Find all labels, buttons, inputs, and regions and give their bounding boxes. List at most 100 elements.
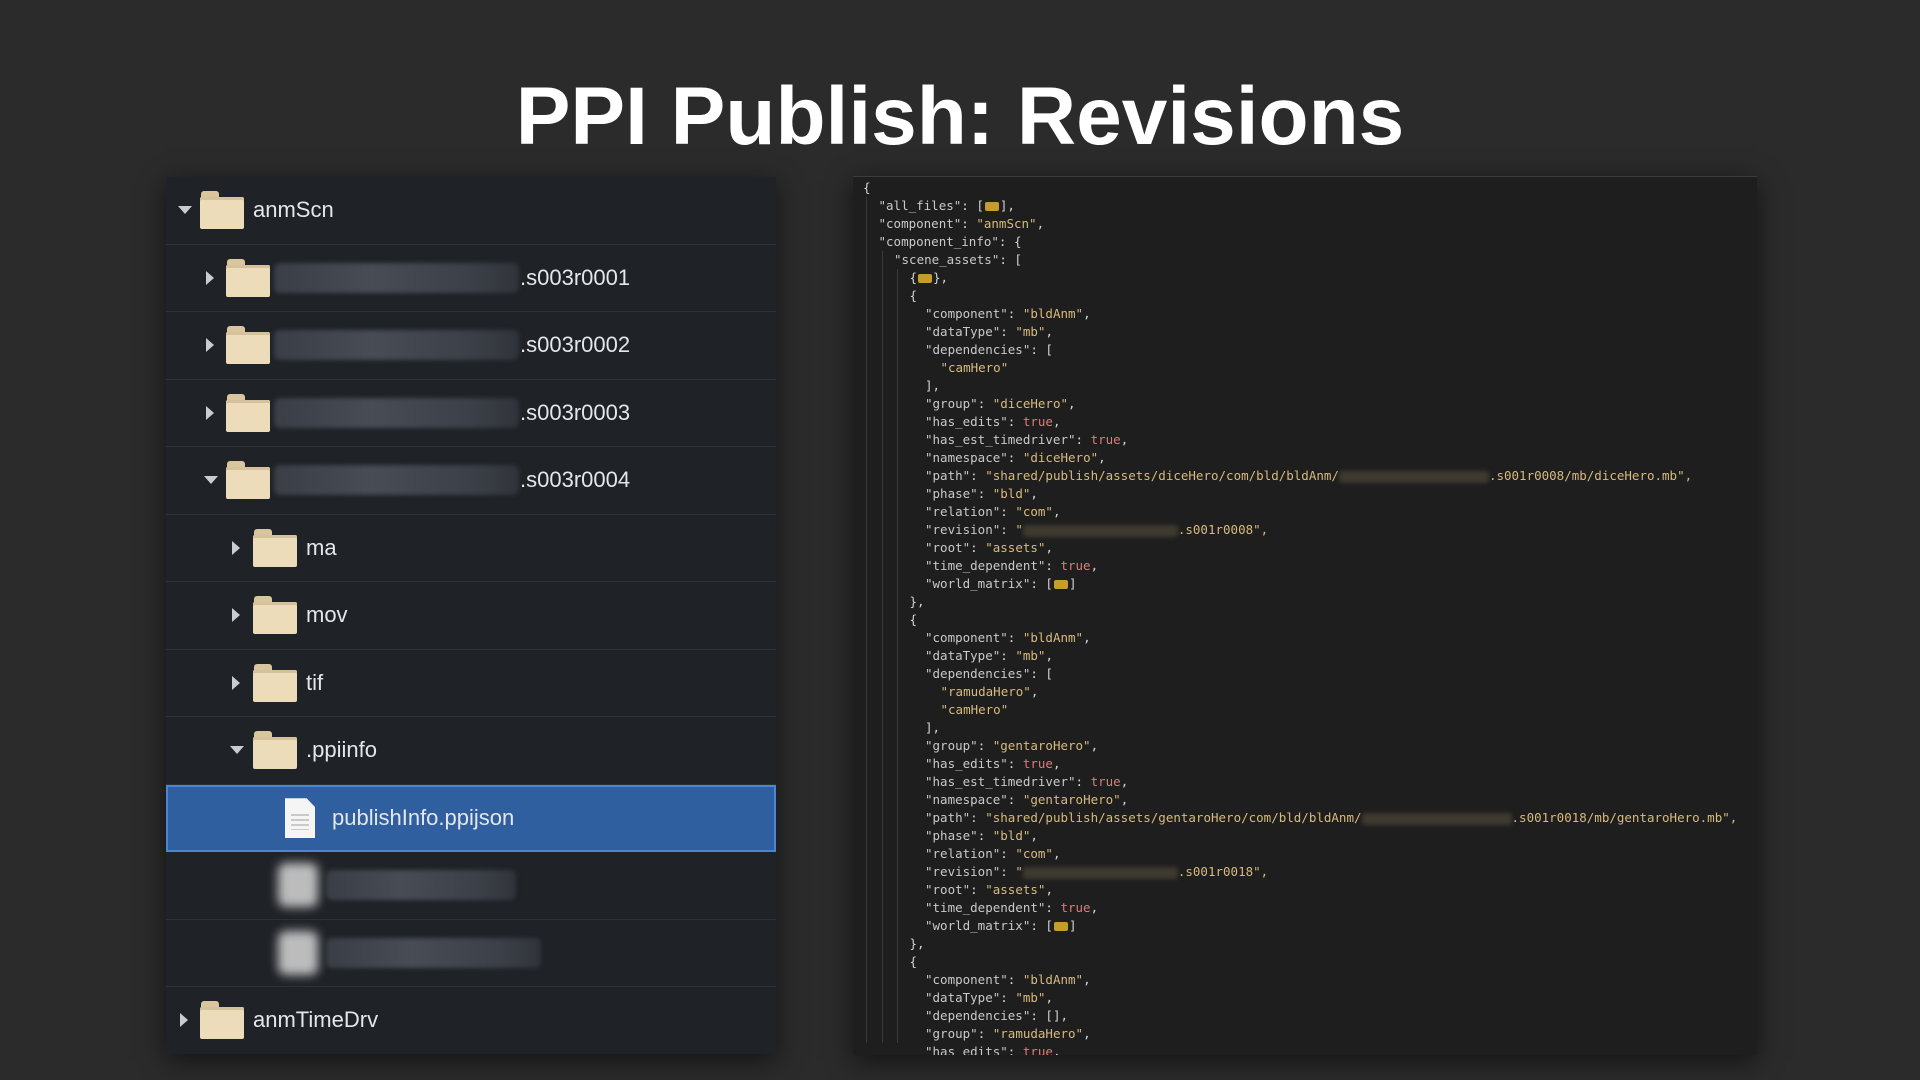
tree-row-label: tif (306, 669, 324, 695)
json-line: "camHero" (940, 360, 1009, 375)
json-line: "relation": "com", (925, 504, 1061, 519)
collapsed-marker-icon[interactable] (984, 202, 999, 211)
tree-row-revision[interactable]: .s003r0002 (166, 312, 776, 380)
collapsed-marker-icon[interactable] (918, 274, 933, 283)
json-line: "time_dependent": true, (925, 900, 1099, 915)
json-line: ], (925, 378, 941, 393)
collapse-arrow-icon[interactable] (232, 608, 240, 623)
collapse-arrow-icon[interactable] (206, 270, 214, 285)
tree-row-ppiinfo[interactable]: .ppiinfo (166, 717, 776, 785)
indent-guide (897, 269, 898, 1043)
json-line: "has_edits": true, (925, 756, 1061, 771)
json-line: { (909, 288, 918, 303)
tree-row-tif[interactable]: tif (166, 650, 776, 717)
folder-icon (200, 1001, 244, 1040)
json-line: "path": "shared/publish/assets/diceHero/… (925, 468, 1693, 483)
file-icon (285, 798, 315, 839)
redacted-name (274, 465, 519, 496)
collapsed-marker-icon[interactable] (1053, 580, 1068, 589)
tree-row-anmscn[interactable]: anmScn (166, 177, 776, 245)
indent-guide (881, 251, 883, 1043)
json-line: ], (925, 720, 941, 735)
tree-row-revision[interactable]: .s003r0001 (166, 245, 776, 312)
collapse-arrow-icon[interactable] (232, 540, 240, 555)
json-line: "scene_assets": [ (894, 252, 1022, 267)
json-line: "has_edits": true, (925, 414, 1061, 429)
json-line: "component": "anmScn", (878, 216, 1045, 231)
json-line: "namespace": "gentaroHero", (925, 792, 1129, 807)
json-line: "dataType": "mb", (925, 324, 1053, 339)
tree-row-publishinfo[interactable]: publishInfo.ppijson (166, 784, 776, 852)
json-line: "all_files": [], (878, 198, 1015, 213)
expand-arrow-icon[interactable] (178, 206, 192, 215)
tree-row-ma[interactable]: ma (166, 515, 776, 582)
folder-icon (253, 528, 297, 567)
json-line: "dependencies": [], (925, 1008, 1068, 1023)
tree-row-label: anmTimeDrv (253, 1007, 379, 1033)
json-line: { (909, 612, 918, 627)
indent-guide (866, 197, 867, 1043)
json-line-suffix: .s001r0018", (1177, 864, 1269, 879)
json-viewer[interactable]: { "all_files": [], "component": "anmScn", "… (853, 176, 1757, 1055)
json-line-suffix: .s001r0018/mb/gentaroHero.mb", (1511, 810, 1738, 825)
expand-arrow-icon[interactable] (204, 476, 218, 485)
json-line: "root": "assets", (925, 540, 1053, 555)
tree-row-label: anmScn (253, 197, 334, 223)
tree-row-revision[interactable]: .s003r0004 (166, 447, 776, 515)
folder-icon (226, 326, 270, 365)
json-line: "has_est_timedriver": true, (925, 432, 1129, 447)
tree-row-label: ma (306, 534, 337, 560)
json-line: "ramudaHero", (940, 684, 1039, 699)
tree-row-label: publishInfo.ppijson (332, 805, 515, 831)
json-line-suffix: .s001r0008/mb/diceHero.mb", (1488, 468, 1693, 483)
tree-row-anmtimedrv[interactable]: anmTimeDrv (166, 987, 776, 1054)
json-line: "time_dependent": true, (925, 558, 1099, 573)
tree-row-mov[interactable]: mov (166, 582, 776, 650)
collapse-arrow-icon[interactable] (232, 675, 240, 690)
json-line-suffix: }, (933, 270, 949, 285)
folder-icon (253, 731, 297, 770)
json-line-suffix: ] (1068, 918, 1077, 933)
json-line: }, (909, 936, 925, 951)
collapse-arrow-icon[interactable] (206, 405, 214, 420)
tree-row-redacted[interactable] (166, 920, 776, 987)
collapsed-marker-icon[interactable] (1053, 922, 1068, 931)
tree-row-label: .s003r0004 (520, 467, 631, 493)
redacted-file-icon (278, 863, 318, 908)
collapse-arrow-icon[interactable] (180, 1013, 188, 1028)
json-line: "dataType": "mb", (925, 990, 1053, 1005)
redacted-text (1022, 524, 1178, 537)
collapse-arrow-icon[interactable] (206, 338, 214, 353)
json-line: "camHero" (940, 702, 1009, 717)
json-line: "revision": " .s001r0018", (925, 864, 1269, 879)
tree-row-revision[interactable]: .s003r0003 (166, 380, 776, 447)
json-line-suffix: ], (999, 198, 1015, 213)
expand-arrow-icon[interactable] (230, 746, 244, 755)
json-line: "component_info": { (878, 234, 1022, 249)
slide-title: PPI Publish: Revisions (515, 71, 1405, 162)
json-line: "dataType": "mb", (925, 648, 1053, 663)
redacted-name (274, 397, 519, 428)
json-line: "dependencies": [ (925, 342, 1053, 357)
redacted-text (1338, 470, 1489, 483)
tree-row-label: .s003r0002 (520, 332, 631, 358)
redacted-name (274, 330, 519, 361)
json-line: "has_edits": true, (925, 1044, 1061, 1055)
tree-row-label: .s003r0001 (520, 264, 631, 290)
json-line: "root": "assets", (925, 882, 1053, 897)
json-line: "group": "ramudaHero", (925, 1026, 1091, 1041)
json-line: }, (909, 594, 925, 609)
folder-icon (253, 663, 297, 702)
json-line: "revision": " .s001r0008", (925, 522, 1269, 537)
json-line: "group": "gentaroHero", (925, 738, 1099, 753)
redacted-text (1022, 866, 1178, 879)
json-line: "phase": "bld", (925, 828, 1038, 843)
json-line: "dependencies": [ (925, 666, 1053, 681)
json-line: "namespace": "diceHero", (925, 450, 1106, 465)
tree-row-redacted[interactable] (166, 852, 776, 920)
tree-row-label: .ppiinfo (306, 737, 377, 763)
folder-icon (200, 191, 244, 230)
file-tree: anmScn .s003r0001 .s003r0002 .s003r0003 … (166, 177, 776, 1054)
redacted-name (274, 262, 519, 293)
json-line-suffix: ] (1068, 576, 1077, 591)
